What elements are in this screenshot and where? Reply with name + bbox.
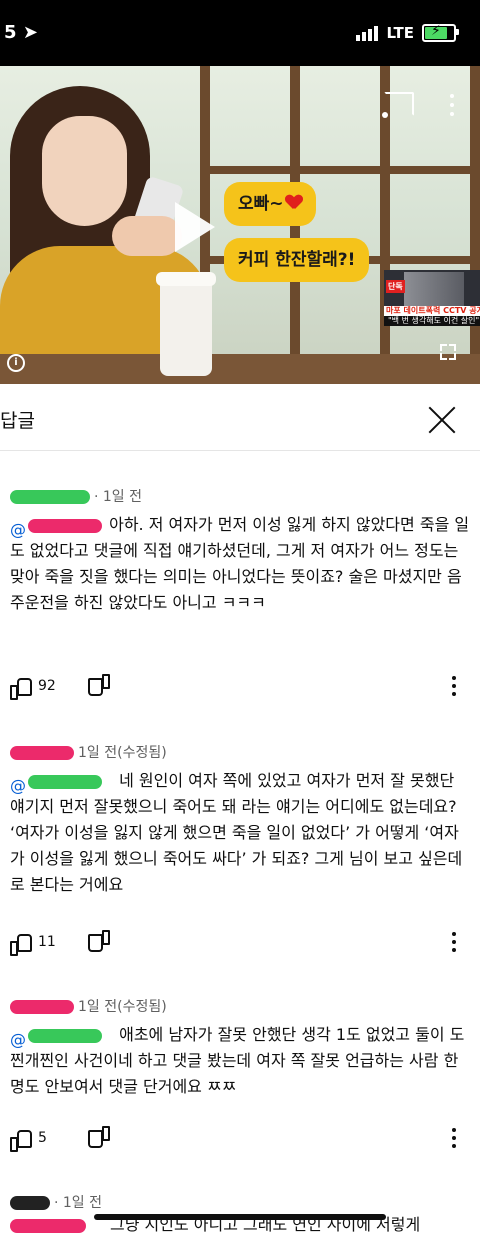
like-count: 92 bbox=[38, 678, 56, 694]
info-icon[interactable]: i bbox=[7, 354, 25, 372]
speech-bubble-2: 커피 한잔할래?! bbox=[224, 238, 370, 282]
redacted-username bbox=[10, 1196, 50, 1210]
mention-link[interactable]: @ bbox=[10, 517, 104, 539]
thumb-caption: 마포 데이트폭력 CCTV 공개 bbox=[384, 306, 480, 316]
more-icon[interactable] bbox=[452, 1128, 456, 1148]
dislike-icon[interactable] bbox=[90, 934, 110, 952]
more-icon[interactable] bbox=[452, 676, 456, 696]
comment-meta: 1일 전(수정됨) bbox=[10, 996, 167, 1016]
redacted-username bbox=[10, 1000, 74, 1014]
comment-actions: 92 bbox=[10, 676, 470, 700]
comment-actions: 11 bbox=[10, 932, 470, 956]
like-icon[interactable] bbox=[10, 1130, 32, 1152]
network-type: LTE bbox=[386, 24, 414, 42]
status-bar: 5 ➤ LTE ⚡ bbox=[0, 0, 480, 66]
mention-link[interactable]: @ bbox=[10, 773, 114, 795]
redacted-username bbox=[10, 490, 90, 504]
dislike-icon[interactable] bbox=[90, 678, 110, 696]
thumb-subcaption: "백 번 생각해도 이건 살인" bbox=[384, 316, 480, 326]
signal-icon bbox=[356, 25, 379, 41]
play-icon[interactable] bbox=[175, 202, 215, 252]
heart-icon bbox=[286, 195, 302, 209]
mention-link[interactable]: @ bbox=[10, 1027, 114, 1049]
comment-text: @ 네 원인이 여자 쪽에 있었고 여자가 먼저 잘 못했단 얘기지 먼저 잘못… bbox=[10, 771, 463, 894]
panel-title: 답글 bbox=[0, 410, 35, 432]
redacted-username bbox=[10, 746, 74, 760]
comment-text: @ 애초에 남자가 잘못 안했단 생각 1도 없었고 둘이 도찐개찐인 사건이네… bbox=[10, 1025, 465, 1096]
coffee-cup bbox=[156, 272, 216, 376]
suggested-video-thumbnail[interactable]: 단독 마포 데이트폭력 CCTV 공개 "백 번 생각해도 이건 살인" bbox=[384, 270, 480, 326]
fullscreen-icon[interactable] bbox=[440, 344, 456, 360]
like-count: 11 bbox=[38, 934, 56, 950]
more-icon[interactable] bbox=[452, 932, 456, 952]
comment-text: @ 아하. 저 여자가 먼저 이성 잃게 하지 않았다면 죽을 일도 없었다고 … bbox=[10, 515, 470, 612]
like-count: 5 bbox=[38, 1130, 47, 1146]
cast-icon[interactable] bbox=[382, 92, 414, 118]
comment-meta: · 1일 전 bbox=[10, 1192, 102, 1212]
comment-actions: 5 bbox=[10, 1128, 470, 1152]
replies-header: 답글 bbox=[0, 384, 480, 451]
status-bar-left: 5 ➤ bbox=[4, 22, 38, 43]
redacted-mention bbox=[10, 1218, 86, 1233]
thumb-tag: 단독 bbox=[386, 280, 405, 293]
comment-meta: 1일 전(수정됨) bbox=[10, 742, 167, 762]
close-icon[interactable] bbox=[428, 406, 456, 434]
dislike-icon[interactable] bbox=[90, 1130, 110, 1148]
video-player[interactable]: 오빠~ 커피 한잔할래?! i 단독 마포 데이트폭력 CCTV 공개 "백 번… bbox=[0, 66, 480, 384]
location-arrow-icon: ➤ bbox=[22, 22, 38, 43]
comment-meta: · 1일 전 bbox=[10, 486, 142, 506]
like-icon[interactable] bbox=[10, 934, 32, 956]
speech-bubble-1: 오빠~ bbox=[224, 182, 316, 226]
battery-icon: ⚡ bbox=[422, 23, 459, 42]
like-icon[interactable] bbox=[10, 678, 32, 700]
video-more-icon[interactable] bbox=[450, 94, 454, 116]
home-indicator[interactable] bbox=[94, 1214, 386, 1220]
